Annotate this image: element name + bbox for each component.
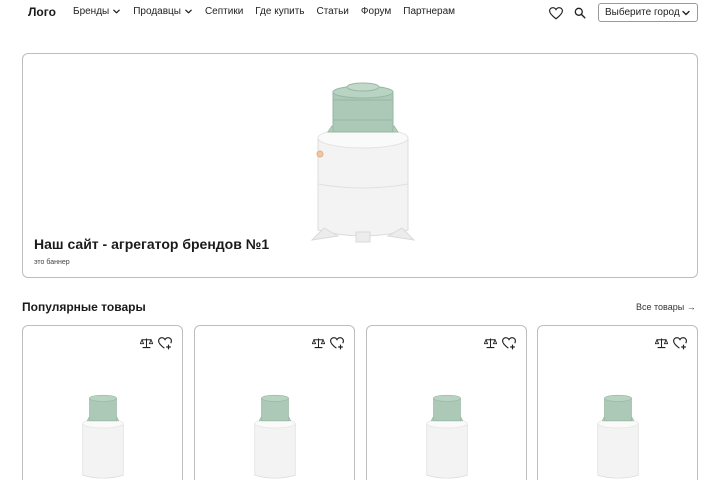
add-to-favorites-icon[interactable] <box>673 336 687 350</box>
product-card[interactable] <box>194 325 355 480</box>
product-card[interactable] <box>22 325 183 480</box>
card-actions <box>134 336 172 350</box>
banner-title: Наш сайт - агрегатор брендов №1 <box>34 236 270 252</box>
compare-scale-icon[interactable] <box>654 336 668 350</box>
nav-item-label: Партнерам <box>403 6 456 17</box>
nav-item-label: Продавцы <box>133 6 181 17</box>
nav-item-label: Где купить <box>255 6 305 17</box>
search-icon[interactable] <box>572 5 588 21</box>
card-actions <box>649 336 687 350</box>
header-icons <box>548 5 596 21</box>
card-actions <box>306 336 344 350</box>
city-select-value: Выберите город <box>605 7 680 18</box>
septic-tank-product-image <box>308 80 418 250</box>
hero-banner[interactable]: Наш сайт - агрегатор брендов №1 это банн… <box>22 53 698 278</box>
nav-item-forum[interactable]: Форум <box>361 6 391 17</box>
main-nav: Бренды Продавцы Септики Где купить Стать… <box>73 6 467 17</box>
nav-item-where-to-buy[interactable]: Где купить <box>255 6 304 17</box>
add-to-favorites-icon[interactable] <box>158 336 172 350</box>
chevron-down-icon <box>184 7 193 16</box>
product-card[interactable] <box>366 325 527 480</box>
nav-item-sellers[interactable]: Продавцы <box>133 6 193 17</box>
nav-item-septics[interactable]: Септики <box>205 6 243 17</box>
nav-item-partners[interactable]: Партнерам <box>403 6 455 17</box>
nav-item-label: Септики <box>204 6 244 17</box>
product-card[interactable] <box>537 325 698 480</box>
nav-item-label: Статьи <box>316 6 349 17</box>
all-products-link[interactable]: Все товары → <box>636 302 696 312</box>
nav-item-label: Форум <box>360 6 392 17</box>
banner-subtitle: это баннер <box>34 259 70 266</box>
compare-scale-icon[interactable] <box>483 336 497 350</box>
nav-item-articles[interactable]: Статьи <box>316 6 348 17</box>
nav-item-label: Бренды <box>73 6 110 17</box>
chevron-down-icon <box>112 7 121 16</box>
chevron-down-icon <box>681 8 691 21</box>
compare-scale-icon[interactable] <box>311 336 325 350</box>
add-to-favorites-icon[interactable] <box>502 336 516 350</box>
site-header: Лого Бренды Продавцы Септики Где купить … <box>0 0 720 26</box>
septic-tank-product-image <box>78 392 128 480</box>
nav-item-brands[interactable]: Бренды <box>73 6 121 17</box>
heart-icon[interactable] <box>548 5 564 21</box>
septic-tank-product-image <box>422 392 472 480</box>
add-to-favorites-icon[interactable] <box>330 336 344 350</box>
septic-tank-product-image <box>593 392 643 480</box>
site-logo[interactable]: Лого <box>28 5 56 19</box>
section-title: Популярные товары <box>22 300 146 314</box>
compare-scale-icon[interactable] <box>139 336 153 350</box>
septic-tank-product-image <box>250 392 300 480</box>
card-actions <box>478 336 516 350</box>
city-select[interactable]: Выберите город <box>598 3 698 22</box>
